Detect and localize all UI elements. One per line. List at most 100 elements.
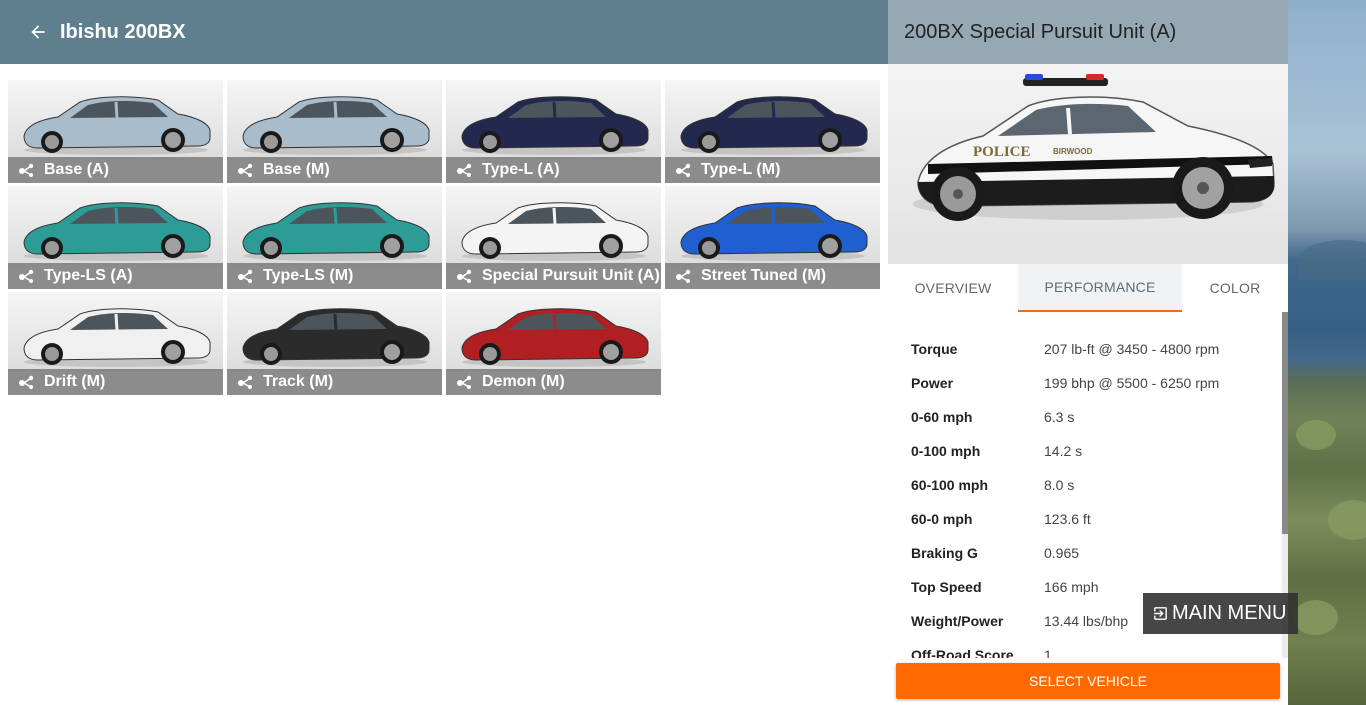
- car-thumbnail: [227, 80, 442, 160]
- arrow-left-icon: [31, 25, 45, 39]
- car-image: [680, 96, 868, 155]
- police-car-image: POLICE BIRWOOD: [913, 74, 1275, 221]
- stat-row-0-100: 0-100 mph 14.2 s: [911, 434, 1082, 468]
- stat-value: 13.44 lbs/bhp: [1044, 613, 1129, 629]
- config-icon: [457, 269, 472, 283]
- config-label-bar: Demon (M): [446, 369, 661, 395]
- select-vehicle-button[interactable]: SELECT VEHICLE: [896, 663, 1280, 699]
- config-tile-type-l-a[interactable]: Type-L (A): [446, 80, 661, 183]
- stat-row-braking-g: Braking G 0.965: [911, 536, 1079, 570]
- config-label: Drift (M): [44, 373, 106, 390]
- back-button[interactable]: [16, 10, 60, 54]
- config-label-bar: Special Pursuit Unit (A): [446, 263, 661, 289]
- main-menu-button[interactable]: MAIN MENU: [1143, 593, 1298, 634]
- config-tile-drift-m[interactable]: Drift (M): [8, 292, 223, 395]
- config-tile-demon-m[interactable]: Demon (M): [446, 292, 661, 395]
- config-label: Demon (M): [482, 373, 565, 390]
- config-icon: [238, 269, 253, 283]
- config-tile-type-ls-m[interactable]: Type-LS (M): [227, 186, 442, 289]
- vehicle-header: Ibishu 200BX: [0, 0, 888, 64]
- config-icon: [19, 375, 34, 389]
- main-menu-label: MAIN MENU: [1172, 602, 1287, 624]
- car-image: [23, 202, 211, 261]
- stat-value: 8.0 s: [1044, 477, 1075, 493]
- details-title: 200BX Special Pursuit Unit (A): [888, 0, 1288, 64]
- stat-row-off-road-score: Off-Road Score 1: [911, 638, 1052, 658]
- car-image: [242, 202, 430, 261]
- config-tile-track-m[interactable]: Track (M): [227, 292, 442, 395]
- config-label-bar: Track (M): [227, 369, 442, 395]
- exit-icon: [1154, 607, 1167, 620]
- stat-row-power: Power 199 bhp @ 5500 - 6250 rpm: [911, 366, 1219, 400]
- stat-label: Weight/Power: [911, 613, 1004, 629]
- stat-label: 0-60 mph: [911, 409, 973, 425]
- stat-row-weight-power: Weight/Power 13.44 lbs/bhp: [911, 604, 1128, 638]
- stat-value: 199 bhp @ 5500 - 6250 rpm: [1044, 375, 1220, 391]
- config-tile-type-ls-a[interactable]: Type-LS (A): [8, 186, 223, 289]
- stat-label: Braking G: [911, 545, 978, 561]
- car-thumbnail: [665, 80, 880, 160]
- config-tile-special-pursuit-unit-a[interactable]: Special Pursuit Unit (A): [446, 186, 661, 289]
- config-icon: [676, 163, 691, 177]
- config-label-bar: Base (A): [8, 157, 223, 183]
- car-thumbnail: [8, 292, 223, 372]
- stat-value: 6.3 s: [1044, 409, 1075, 425]
- car-thumbnail: [446, 186, 661, 266]
- stat-label: 0-100 mph: [911, 443, 981, 459]
- car-image: [461, 308, 649, 367]
- car-thumbnail: [446, 80, 661, 160]
- car-thumbnail: [227, 292, 442, 372]
- config-label: Special Pursuit Unit (A): [482, 267, 660, 284]
- stat-value: 0.965: [1044, 545, 1080, 561]
- stat-value: 166 mph: [1044, 579, 1099, 595]
- stat-row-60-0: 60-0 mph 123.6 ft: [911, 502, 1091, 536]
- config-tile-base-a[interactable]: Base (A): [8, 80, 223, 183]
- town-text: BIRWOOD: [1053, 147, 1093, 156]
- page-title: Ibishu 200BX: [60, 20, 186, 43]
- background-scenery: [1288, 0, 1366, 705]
- tab-overview[interactable]: OVERVIEW: [888, 264, 1018, 312]
- stat-label: 60-0 mph: [911, 511, 973, 527]
- stat-row-60-100: 60-100 mph 8.0 s: [911, 468, 1074, 502]
- config-label: Base (A): [44, 161, 109, 178]
- stat-value: 123.6 ft: [1044, 511, 1091, 527]
- bush: [1296, 420, 1336, 450]
- config-tile-street-tuned-m[interactable]: Street Tuned (M): [665, 186, 880, 289]
- config-label: Base (M): [263, 161, 330, 178]
- stat-label: Power: [911, 375, 954, 391]
- config-icon: [457, 375, 472, 389]
- car-thumbnail: [446, 292, 661, 372]
- car-image: [242, 96, 430, 155]
- tab-color[interactable]: COLOR: [1182, 264, 1288, 312]
- config-label: Street Tuned (M): [701, 267, 827, 284]
- car-image: [23, 96, 211, 155]
- config-label-bar: Street Tuned (M): [665, 263, 880, 289]
- car-image: [461, 202, 649, 261]
- config-label-bar: Type-LS (A): [8, 263, 223, 289]
- car-image: [680, 202, 868, 261]
- stat-value: 1: [1044, 647, 1052, 658]
- car-image: [23, 308, 211, 367]
- config-label: Type-LS (A): [44, 267, 133, 284]
- config-icon: [457, 163, 472, 177]
- stat-label: 60-100 mph: [911, 477, 989, 493]
- config-label: Type-L (M): [701, 161, 781, 178]
- config-icon: [19, 269, 34, 283]
- stat-value: 207 lb-ft @ 3450 - 4800 rpm: [1044, 341, 1220, 357]
- config-label-bar: Drift (M): [8, 369, 223, 395]
- config-icon: [19, 163, 34, 177]
- car-thumbnail: [227, 186, 442, 266]
- bush: [1293, 600, 1338, 635]
- details-tabs: OVERVIEW PERFORMANCE COLOR: [888, 264, 1288, 312]
- config-label: Type-L (A): [482, 161, 560, 178]
- stat-row-torque: Torque 207 lb-ft @ 3450 - 4800 rpm: [911, 332, 1219, 366]
- scrollbar-thumb[interactable]: [1282, 312, 1288, 534]
- config-tile-base-m[interactable]: Base (M): [227, 80, 442, 183]
- vehicle-preview: POLICE BIRWOOD: [888, 64, 1288, 264]
- config-label: Type-LS (M): [263, 267, 354, 284]
- tab-performance[interactable]: PERFORMANCE: [1018, 264, 1182, 312]
- car-thumbnail: [8, 186, 223, 266]
- distant-hill: [1298, 240, 1366, 280]
- config-tile-type-l-m[interactable]: Type-L (M): [665, 80, 880, 183]
- car-thumbnail: [8, 80, 223, 160]
